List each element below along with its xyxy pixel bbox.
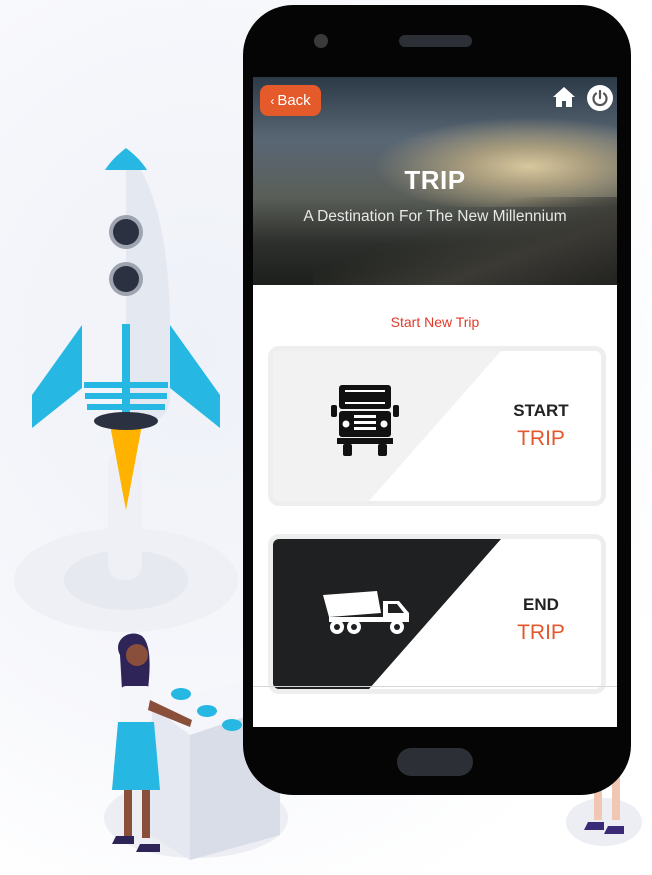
phone-camera xyxy=(314,34,328,48)
chevron-left-icon: ‹ xyxy=(270,93,275,108)
truck-front-icon xyxy=(331,385,399,456)
hero-banner: ‹ Back TRIP A Destination For The New Mi… xyxy=(253,77,617,285)
person-left-shirt xyxy=(120,686,152,724)
end-card-line1: END xyxy=(523,595,559,614)
person-left-head xyxy=(126,644,148,666)
home-icon[interactable] xyxy=(552,86,576,108)
rocket-left-fin xyxy=(32,325,82,428)
hero-title: TRIP xyxy=(404,165,466,195)
start-trip-card[interactable]: START TRIP xyxy=(273,351,601,501)
rocket-right-fin xyxy=(170,325,220,428)
back-button-label: Back xyxy=(277,92,311,109)
end-trip-card[interactable]: END TRIP xyxy=(273,539,601,689)
person-left-skirt xyxy=(112,722,160,790)
console-button-1 xyxy=(171,688,191,700)
dump-truck-icon xyxy=(323,591,409,634)
hero-subtitle: A Destination For The New Millennium xyxy=(303,208,567,225)
start-card-line1: START xyxy=(513,401,569,420)
console-button-3 xyxy=(222,719,242,731)
phone-home-button[interactable] xyxy=(397,748,473,776)
section-title: Start New Trip xyxy=(390,314,480,330)
rocket-nose xyxy=(105,148,147,170)
end-card-line2: TRIP xyxy=(517,621,565,644)
start-card-line2: TRIP xyxy=(517,427,565,450)
back-button[interactable]: ‹ Back xyxy=(260,85,321,116)
app-screen: ‹ Back TRIP A Destination For The New Mi… xyxy=(253,77,617,727)
screen-divider xyxy=(253,686,617,687)
card-diagonal-panel xyxy=(273,351,501,501)
console-button-2 xyxy=(197,705,217,717)
power-icon[interactable] xyxy=(587,85,613,111)
phone-speaker xyxy=(399,35,472,47)
